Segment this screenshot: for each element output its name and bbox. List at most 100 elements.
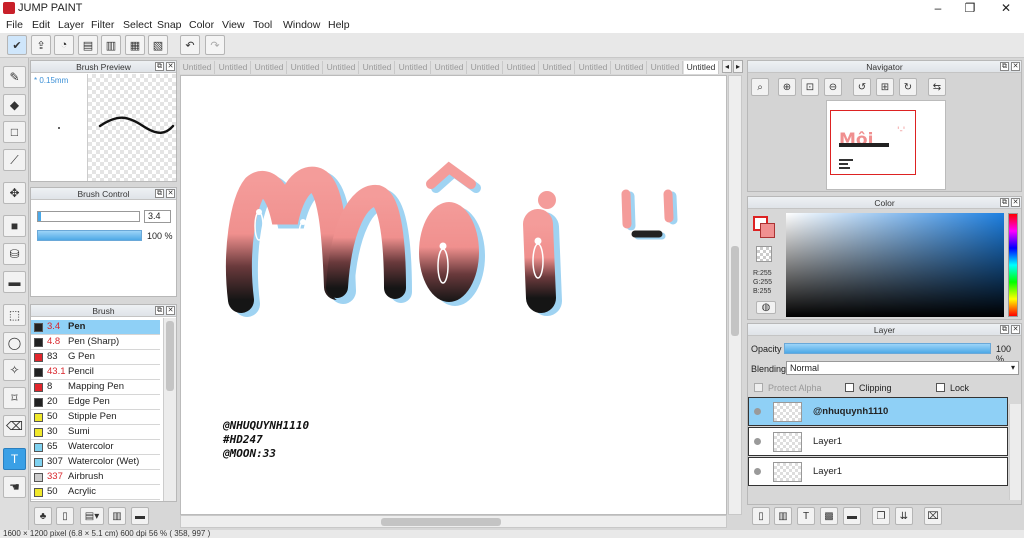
visibility-eye-icon[interactable]: [754, 468, 761, 475]
comment-icon[interactable]: ◔: [54, 35, 74, 55]
layer-opacity-slider[interactable]: [784, 343, 991, 354]
undock-icon[interactable]: ⧉: [1000, 198, 1009, 207]
brush-item[interactable]: 20 Edge Pen: [31, 395, 160, 410]
select-eraser-icon[interactable]: ⌫: [3, 415, 26, 437]
brush-item[interactable]: 50 Stipple Pen: [31, 410, 160, 425]
close-icon[interactable]: ✕: [998, 1, 1014, 15]
rect-select-icon[interactable]: ⬚: [3, 304, 26, 326]
canvas-vscroll-thumb[interactable]: [731, 246, 739, 336]
zoom-in-icon[interactable]: ⊕: [778, 78, 796, 96]
hue-slider[interactable]: [1008, 213, 1018, 317]
new-halftone-layer-icon[interactable]: ▩: [820, 507, 838, 525]
blending-select[interactable]: Normal ▾: [786, 361, 1019, 375]
undock-icon[interactable]: ⧉: [1000, 325, 1009, 334]
undock-icon[interactable]: ⧉: [155, 189, 164, 198]
visibility-eye-icon[interactable]: [754, 438, 761, 445]
new-raster-layer-icon[interactable]: ▥: [774, 507, 792, 525]
trash-icon[interactable]: ⌧: [924, 507, 942, 525]
eraser-tool-icon[interactable]: ◆: [3, 94, 26, 116]
new-layer-icon[interactable]: ▯: [752, 507, 770, 525]
undo-icon[interactable]: ↶: [180, 35, 200, 55]
pen-tool-icon[interactable]: ✎: [3, 66, 26, 88]
layer-row[interactable]: Layer1: [748, 427, 1008, 456]
document-tab[interactable]: Untitled: [648, 61, 683, 74]
brush-item[interactable]: 3.4 Pen: [31, 320, 160, 335]
move-tool-icon[interactable]: ✥: [3, 182, 26, 204]
rectangle-tool-icon[interactable]: □: [3, 121, 26, 143]
brush-item[interactable]: 337 Airbrush: [31, 470, 160, 485]
undock-icon[interactable]: ⧉: [1000, 62, 1009, 71]
minimize-icon[interactable]: –: [930, 1, 946, 15]
brush-menu-icon[interactable]: ▤▾: [80, 507, 104, 525]
share-icon[interactable]: ⇪: [31, 35, 51, 55]
tab-scroll-right-icon[interactable]: ▸: [733, 60, 743, 73]
canvas-hscroll-thumb[interactable]: [381, 518, 501, 526]
gradient-icon[interactable]: ▬: [3, 271, 26, 293]
fit-icon[interactable]: ⊡: [801, 78, 819, 96]
tab-scroll-left-icon[interactable]: ◂: [722, 60, 732, 73]
transparent-swatch[interactable]: [756, 246, 772, 262]
menu-layer[interactable]: Layer: [58, 19, 84, 31]
drawing-canvas[interactable]: @NHUQUYNH1110 #HD247 @MOON:33: [180, 75, 727, 515]
grid-icon[interactable]: ▧: [148, 35, 168, 55]
duplicate-layer-icon[interactable]: ❐: [872, 507, 890, 525]
document-tab[interactable]: Untitled: [396, 61, 431, 74]
menu-view[interactable]: View: [222, 19, 245, 31]
layout-icon[interactable]: ▦: [125, 35, 145, 55]
document-tab[interactable]: Untitled: [324, 61, 359, 74]
panel-close-icon[interactable]: ✕: [166, 306, 175, 315]
palette-icon[interactable]: ◍: [756, 301, 776, 314]
hand-tool-icon[interactable]: ☚: [3, 476, 26, 498]
document-icon[interactable]: ▥: [101, 35, 121, 55]
flip-icon[interactable]: ⇆: [928, 78, 946, 96]
brush-opacity-slider[interactable]: [37, 230, 142, 241]
brush-item[interactable]: 50 Acrylic: [31, 485, 160, 500]
brush-size-slider[interactable]: [37, 211, 140, 222]
clipping-checkbox[interactable]: [845, 383, 854, 392]
merge-layer-icon[interactable]: ⇊: [895, 507, 913, 525]
menu-color[interactable]: Color: [189, 19, 214, 31]
zoom-icon[interactable]: ⌕: [751, 78, 769, 96]
panel-close-icon[interactable]: ✕: [1011, 198, 1020, 207]
document-tab[interactable]: Untitled: [180, 61, 215, 74]
document-tab[interactable]: Untitled: [216, 61, 251, 74]
rotate-right-icon[interactable]: ↻: [899, 78, 917, 96]
menu-window[interactable]: Window: [283, 19, 320, 31]
brush-size-value[interactable]: 3.4: [144, 210, 171, 223]
document-tab[interactable]: Untitled: [468, 61, 503, 74]
brush-folder-icon[interactable]: ▬: [131, 507, 149, 525]
document-tab[interactable]: Untitled: [432, 61, 467, 74]
menu-help[interactable]: Help: [328, 19, 350, 31]
zoom-out-icon[interactable]: ⊖: [824, 78, 842, 96]
brush-tree-icon[interactable]: ♣: [34, 507, 52, 525]
new-brush-icon[interactable]: ▯: [56, 507, 74, 525]
color-saturation-field[interactable]: [786, 213, 1004, 317]
maximize-icon[interactable]: ❐: [962, 1, 978, 15]
menu-file[interactable]: File: [6, 19, 23, 31]
brush-item[interactable]: 83 G Pen: [31, 350, 160, 365]
brush-list-scrollbar[interactable]: [163, 318, 176, 501]
visibility-eye-icon[interactable]: [754, 408, 761, 415]
brush-doc-icon[interactable]: ▥: [108, 507, 126, 525]
brush-item[interactable]: 4.8 Pen (Sharp): [31, 335, 160, 350]
navigator-preview[interactable]: Môi '-': [826, 100, 946, 190]
layer-row[interactable]: Layer1: [748, 457, 1008, 486]
document-tab[interactable]: Untitled: [612, 61, 647, 74]
new-folder-icon[interactable]: ▬: [843, 507, 861, 525]
document-tab[interactable]: Untitled: [504, 61, 539, 74]
brush-list-scroll-thumb[interactable]: [166, 321, 174, 391]
document-tab[interactable]: Untitled: [540, 61, 575, 74]
select-pen-icon[interactable]: ⌑: [3, 387, 26, 409]
menu-snap[interactable]: Snap: [157, 19, 182, 31]
bucket-icon[interactable]: ⛁: [3, 243, 26, 265]
message-icon[interactable]: ▤: [78, 35, 98, 55]
canvas-vertical-scrollbar[interactable]: [728, 75, 742, 515]
new-text-layer-icon[interactable]: T: [797, 507, 815, 525]
document-tab[interactable]: Untitled: [360, 61, 395, 74]
layer-list-scrollbar[interactable]: [1009, 404, 1021, 500]
document-tab[interactable]: Untitled: [684, 61, 719, 74]
menu-select[interactable]: Select: [123, 19, 152, 31]
lock-checkbox[interactable]: [936, 383, 945, 392]
panel-close-icon[interactable]: ✕: [166, 62, 175, 71]
layer-row[interactable]: @nhuquynh1110: [748, 397, 1008, 426]
